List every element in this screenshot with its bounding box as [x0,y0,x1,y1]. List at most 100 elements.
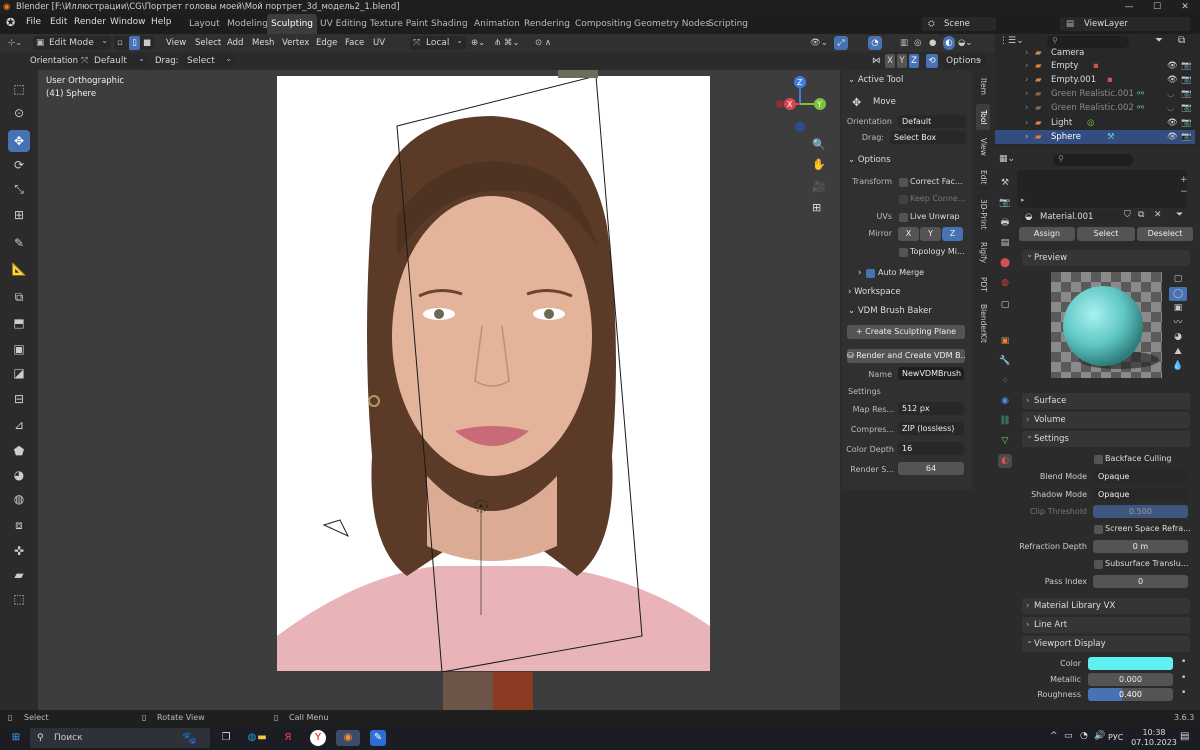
live-unwrap-checkbox[interactable] [899,213,908,222]
extrude-icon[interactable]: ⬒ [8,312,30,334]
solid-shading-icon[interactable]: ● [929,36,936,50]
gizmo-toggle-icon[interactable]: ⤢ [834,36,848,50]
minimize-button[interactable]: — [1115,0,1143,14]
properties-search-input[interactable]: ⚲ [1053,154,1133,166]
physics-properties-icon[interactable]: ◉ [998,394,1012,408]
preview-hair-icon[interactable]: 〰 [1169,316,1187,331]
clock-date[interactable]: 07.10.2023 [1130,738,1178,747]
color-swatch[interactable] [1088,657,1173,670]
pan-hand-icon[interactable]: ✋ [812,158,826,171]
assign-button[interactable]: Assign [1019,227,1075,241]
spin-icon[interactable]: ◕ [8,464,30,486]
tab-animation[interactable]: Animation [470,14,524,34]
menu-render[interactable]: Render [74,17,106,27]
correct-face-checkbox[interactable] [899,178,908,187]
node-link-icon[interactable]: ⏷ [1176,210,1183,220]
menu-vertex[interactable]: Vertex [282,36,309,50]
vdm-header[interactable]: ⌄ VDM Brush Baker [848,306,932,316]
outliner-row-empty[interactable]: › ▰ Empty ▪ 👁 📷 [995,59,1195,73]
tab-shading[interactable]: Shading [427,14,472,34]
task-view-icon[interactable]: ❐ [218,730,234,746]
tray-expand-icon[interactable]: ^ [1050,731,1058,741]
blender-menu-icon[interactable]: ✪ [6,16,15,29]
particles-properties-icon[interactable]: ⁘ [998,374,1012,388]
windows-start-icon[interactable]: ⊞ [8,730,24,746]
tab-item[interactable]: Item [976,74,990,100]
scene-selector[interactable]: ⛭ Scene [922,17,996,31]
data-properties-icon[interactable]: ▽ [998,434,1012,448]
camera-render-icon[interactable]: 📷 [1181,73,1192,87]
orientation-dropdown[interactable]: Default [898,115,966,128]
preview-plane-icon[interactable]: ▢ [1169,272,1187,287]
face-select-icon[interactable]: ■ [143,36,151,50]
zoom-icon[interactable]: 🔍 [812,138,826,151]
annotate-icon[interactable]: ✎ [8,232,30,254]
shadow-mode-dropdown[interactable]: Opaque [1093,488,1188,501]
menu-file[interactable]: File [26,17,41,27]
view-layer-selector[interactable]: ▤ ViewLayer [1060,17,1190,31]
keep-connected-checkbox[interactable] [899,195,908,204]
scale-icon[interactable]: ⤡ [8,178,30,200]
outliner-row-green-realistic-001[interactable]: › ▰ Green Realistic.001 ⚯ ◡ 📷 [995,87,1195,101]
new-collection-icon[interactable]: ⧉ [1178,35,1185,46]
compression-dropdown[interactable]: ZIP (lossless) [898,422,964,435]
output-properties-icon[interactable]: 🖶 [998,216,1012,230]
menu-uv[interactable]: UV [373,36,385,50]
tab-compositing[interactable]: Compositing [571,14,635,34]
outliner-row-green-realistic-002[interactable]: › ▰ Green Realistic.002 ⚯ ◡ 📷 [995,101,1195,115]
menu-window[interactable]: Window [110,17,146,27]
preview-shaderball-icon[interactable]: ◕ [1169,330,1187,345]
preview-section[interactable]: Preview [1022,247,1190,266]
backface-culling-checkbox[interactable] [1094,455,1103,464]
auto-merge-checkbox[interactable] [866,269,875,278]
tab-3d-print[interactable]: 3D-Print [976,194,990,234]
color-depth-dropdown[interactable]: 16 [898,442,964,455]
refraction-depth-field[interactable]: 0 m [1093,540,1188,553]
eye-hidden-icon[interactable]: ◡ [1167,87,1174,101]
menu-view[interactable]: View [166,36,186,50]
roughness-slider[interactable]: 0.400 [1088,688,1173,701]
settings-section[interactable]: Settings [1022,428,1190,447]
drag-dropdown[interactable]: Select Box [183,52,235,80]
eye-icon[interactable]: 👁 [1167,130,1178,144]
poly-build-icon[interactable]: ⬟ [8,440,30,462]
blend-mode-dropdown[interactable]: Opaque [1093,470,1188,483]
add-cube-icon[interactable]: ⧉ [8,286,30,308]
network-icon[interactable]: ▭ [1064,731,1073,741]
notifications-icon[interactable]: ▤ [1180,731,1189,742]
unlink-material-icon[interactable]: ✕ [1154,210,1162,220]
surface-section[interactable]: Surface [1022,393,1190,409]
object-properties-icon[interactable]: ▣ [998,334,1012,348]
clock-time[interactable]: 10:38 [1137,728,1171,737]
clip-threshold-field[interactable]: 0.500 [1093,505,1188,518]
menu-edge[interactable]: Edge [316,36,337,50]
camera-render-icon[interactable]: 📷 [1181,101,1192,115]
snap-icon[interactable]: ⋔ ⌘⌄ [494,36,519,50]
bevel-icon[interactable]: ◪ [8,362,30,384]
keyframe-dot-icon[interactable]: • [1181,688,1186,698]
volume-icon[interactable]: 🔊 [1094,731,1105,741]
menu-add[interactable]: Add [227,36,243,50]
world-properties-icon[interactable]: ◍ [998,276,1012,290]
axis-z-toggle[interactable]: Z [909,54,919,68]
tab-edit[interactable]: Edit [976,164,990,190]
mirror-x-button[interactable]: X [898,227,919,241]
edge-select-icon[interactable]: ▯ [129,36,140,50]
drag-dropdown[interactable]: Select Box [890,131,966,144]
material-properties-icon[interactable]: ◐ [998,454,1012,468]
material-list-side-buttons[interactable]: + − [1180,174,1188,198]
camera-render-icon[interactable]: 📷 [1181,87,1192,101]
auto-keying-icon[interactable]: ⟲ [926,54,938,68]
maximize-button[interactable]: ☐ [1143,0,1171,14]
blender-taskbar-icon[interactable]: ◉ [336,730,360,746]
knife-icon[interactable]: ⊿ [8,414,30,436]
tab-texture-paint[interactable]: Texture Paint [366,14,432,34]
volume-section[interactable]: Volume [1022,412,1190,428]
outliner-row-sphere[interactable]: › ▰ Sphere ⚒ 👁 📷 [995,130,1195,144]
fake-user-shield-icon[interactable]: ⛉ [1124,210,1131,220]
filter-icon[interactable]: ⏷ [1155,35,1163,46]
grid-view-icon[interactable]: ⊞ [812,201,821,214]
camera-render-icon[interactable]: 📷 [1181,116,1192,130]
options-dropdown[interactable]: Options [942,52,986,68]
outliner-row-empty-001[interactable]: › ▰ Empty.001 ▪ 👁 📷 [995,73,1195,87]
